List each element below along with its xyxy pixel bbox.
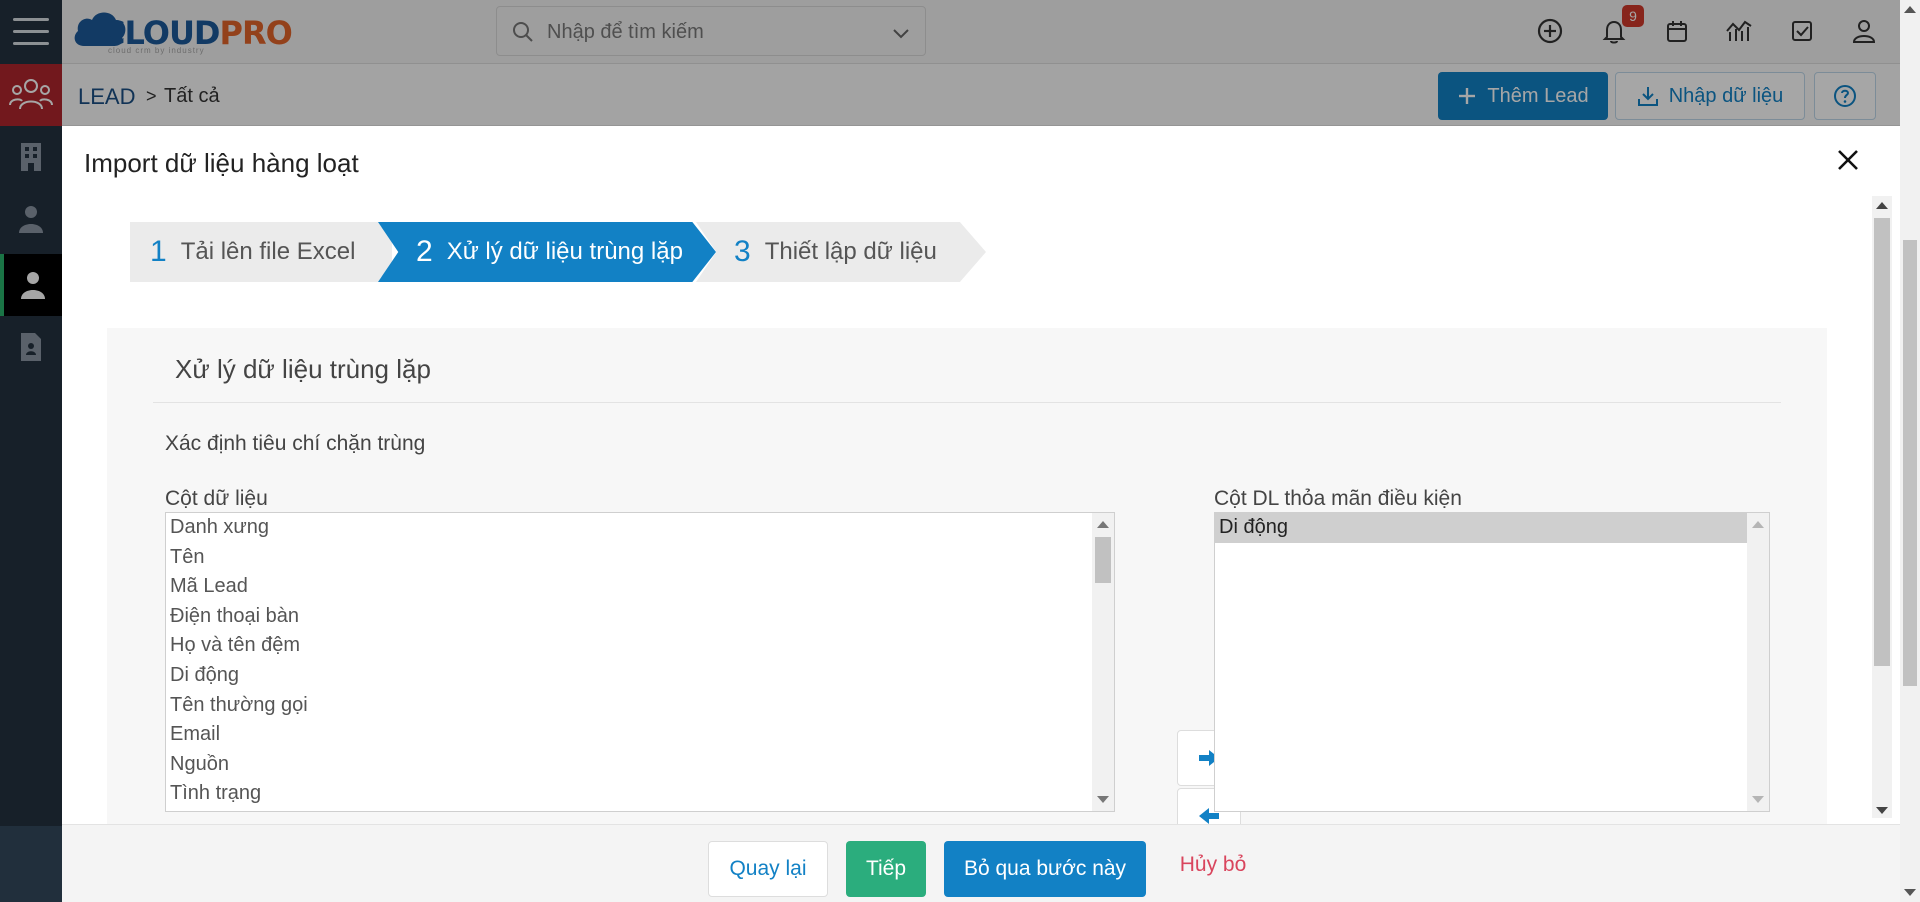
logo-text-accent: PRO	[219, 14, 292, 52]
download-icon	[1637, 87, 1658, 106]
list-item[interactable]: Danh xưng	[166, 513, 1114, 543]
list-item[interactable]: Tình trạng	[166, 779, 1114, 809]
notification-badge: 9	[1622, 5, 1644, 27]
import-data-button[interactable]: Nhập dữ liệu	[1615, 72, 1805, 120]
window-scrollbar[interactable]	[1900, 0, 1920, 902]
add-circle-icon[interactable]	[1533, 14, 1567, 48]
step-duplicate-handling[interactable]: 2 Xử lý dữ liệu trùng lặp	[378, 222, 716, 282]
selected-columns-list[interactable]: Di động	[1214, 512, 1770, 812]
list-item[interactable]: Mã Lead	[166, 572, 1114, 602]
step-wizard: 1 Tải lên file Excel 2 Xử lý dữ liệu trù…	[130, 222, 990, 282]
cloudpro-logo[interactable]: CLOUDPRO cloud crm by industry	[68, 4, 308, 56]
chevron-down-icon[interactable]	[891, 23, 911, 43]
skip-step-button[interactable]: Bỏ qua bước này	[944, 841, 1146, 897]
modal-scrollbar[interactable]	[1872, 196, 1892, 818]
step-number: 2	[416, 235, 433, 268]
list-item[interactable]: Tên thường gọi	[166, 691, 1114, 721]
list-item[interactable]: Email	[166, 720, 1114, 750]
duplicate-panel: Xử lý dữ liệu trùng lặp Xác định tiêu ch…	[107, 328, 1827, 902]
search-input[interactable]	[547, 17, 867, 47]
add-lead-label: Thêm Lead	[1487, 84, 1589, 107]
side-navigation	[0, 64, 62, 902]
nav-building-icon[interactable]	[0, 126, 62, 188]
step-label: Thiết lập dữ liệu	[764, 238, 937, 265]
criteria-label: Xác định tiêu chí chặn trùng	[165, 432, 426, 455]
step-label: Xử lý dữ liệu trùng lặp	[446, 238, 683, 265]
logo-tagline: cloud crm by industry	[108, 46, 205, 55]
step-label: Tải lên file Excel	[180, 238, 356, 265]
modal-footer: Quay lại Tiếp Bỏ qua bước này Hủy bỏ	[62, 824, 1900, 902]
help-icon	[1834, 85, 1856, 107]
step-upload-excel[interactable]: 1 Tải lên file Excel	[130, 222, 392, 282]
list-item[interactable]: Di động	[166, 661, 1114, 691]
list-item[interactable]: Nguồn	[166, 750, 1114, 780]
divider	[153, 402, 1781, 403]
section-title: Xử lý dữ liệu trùng lặp	[175, 354, 431, 384]
menu-icon[interactable]	[0, 0, 62, 64]
next-button[interactable]: Tiếp	[846, 841, 926, 897]
calendar-icon[interactable]	[1660, 14, 1694, 48]
breadcrumb-separator: >	[146, 86, 157, 106]
close-icon[interactable]	[1832, 144, 1864, 176]
page-subheader: LEAD > Tất cả Thêm Lead Nhập dữ liệu	[62, 64, 1900, 126]
user-profile-icon[interactable]	[1847, 14, 1881, 48]
selected-columns-label: Cột DL thỏa mãn điều kiện	[1214, 487, 1462, 510]
import-modal: Import dữ liệu hàng loạt 1 Tải lên file …	[62, 126, 1900, 902]
nav-lead-person-icon[interactable]	[0, 254, 62, 316]
list-scrollbar[interactable]	[1747, 513, 1769, 811]
task-checkbox-icon[interactable]	[1785, 14, 1819, 48]
back-button[interactable]: Quay lại	[708, 841, 828, 897]
list-item[interactable]: Họ và tên đệm	[166, 631, 1114, 661]
list-item[interactable]: Điện thoại bàn	[166, 602, 1114, 632]
list-scrollbar[interactable]	[1092, 513, 1114, 811]
cancel-button[interactable]: Hủy bỏ	[1168, 837, 1258, 893]
available-columns-label: Cột dữ liệu	[165, 487, 268, 510]
add-lead-button[interactable]: Thêm Lead	[1438, 72, 1608, 120]
modal-title: Import dữ liệu hàng loạt	[84, 148, 359, 178]
nav-document-icon[interactable]	[0, 316, 62, 378]
list-item[interactable]: Tên	[166, 543, 1114, 573]
breadcrumb-current: Tất cả	[164, 85, 220, 107]
help-button[interactable]	[1814, 72, 1876, 120]
chart-icon[interactable]	[1722, 14, 1756, 48]
step-data-setup[interactable]: 3 Thiết lập dữ liệu	[696, 222, 986, 282]
step-number: 3	[734, 235, 751, 268]
step-number: 1	[150, 235, 167, 268]
import-data-label: Nhập dữ liệu	[1668, 84, 1784, 107]
search-icon	[513, 22, 533, 42]
nav-contact-icon[interactable]	[0, 188, 62, 250]
nav-footer	[0, 826, 62, 902]
list-item[interactable]: Di động	[1215, 513, 1747, 543]
global-search[interactable]	[496, 6, 926, 56]
plus-icon	[1459, 88, 1476, 104]
nav-leads-group-icon[interactable]	[0, 64, 62, 126]
top-header: CLOUDPRO cloud crm by industry 9	[0, 0, 1900, 64]
breadcrumb-root[interactable]: LEAD	[78, 84, 135, 110]
available-columns-list[interactable]: Danh xưng Tên Mã Lead Điện thoại bàn Họ …	[165, 512, 1115, 812]
